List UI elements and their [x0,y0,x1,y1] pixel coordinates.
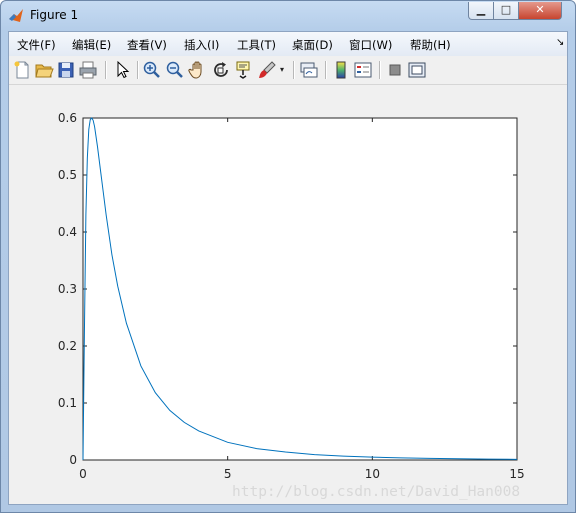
y-tick-label: 0.4 [58,225,77,239]
menu-tools[interactable]: 工具(T) [237,37,276,53]
menu-overflow-icon[interactable]: ↘ [556,37,564,48]
minimize-button[interactable]: ▁ [468,2,494,20]
brush-icon[interactable] [257,60,277,80]
pointer-icon[interactable] [112,60,132,80]
x-tick-label: 15 [509,467,524,481]
figure-client-area: 文件(F) 编辑(E) 查看(V) 插入(I) 工具(T) 桌面(D) 窗口(W… [8,31,568,505]
zoom-out-icon[interactable] [165,60,185,80]
toolbar-separator [325,61,326,79]
brush-dropdown-icon[interactable]: ▾ [280,65,284,74]
y-tick-label: 0.1 [58,396,77,410]
x-tick-label: 5 [224,467,232,481]
menu-view[interactable]: 查看(V) [127,37,167,53]
line-chart[interactable]: 0 5 10 15 0 0.1 0.2 0.3 0.4 0.5 0.6 [9,85,567,504]
menu-desktop[interactable]: 桌面(D) [292,37,333,53]
data-cursor-icon[interactable] [234,60,254,80]
x-tick-label: 10 [365,467,380,481]
menu-window[interactable]: 窗口(W) [349,37,392,53]
x-tick-label: 0 [79,467,87,481]
window-title: Figure 1 [30,8,79,22]
menu-edit[interactable]: 编辑(E) [72,37,111,53]
open-folder-icon[interactable] [34,60,54,80]
show-plot-tools-icon[interactable] [407,60,427,80]
toolbar-separator [105,61,106,79]
title-bar[interactable]: Figure 1 ▁ □ ✕ [1,1,575,31]
rotate-3d-icon[interactable] [211,60,231,80]
toolbar-separator [379,61,380,79]
pan-hand-icon[interactable] [188,60,208,80]
toolbar-separator [293,61,294,79]
axes-box [82,117,518,461]
menu-bar: 文件(F) 编辑(E) 查看(V) 插入(I) 工具(T) 桌面(D) 窗口(W… [9,32,567,56]
figure-plot-area: 0 5 10 15 0 0.1 0.2 0.3 0.4 0.5 0.6 [9,85,567,504]
y-tick-label: 0.2 [58,339,77,353]
new-figure-icon[interactable] [12,60,32,80]
watermark-text: http://blog.csdn.net/David_Han008 [232,484,521,500]
maximize-button[interactable]: □ [493,2,519,20]
legend-icon[interactable] [353,60,373,80]
figure-window: Figure 1 ▁ □ ✕ 文件(F) 编辑(E) 查看(V) 插入(I) 工… [0,0,576,513]
print-icon[interactable] [78,60,98,80]
save-icon[interactable] [56,60,76,80]
toolbar: ▾ [9,56,567,85]
zoom-in-icon[interactable] [142,60,162,80]
close-button[interactable]: ✕ [518,2,562,20]
menu-help[interactable]: 帮助(H) [410,37,451,53]
y-tick-label: 0.6 [58,111,77,125]
y-tick-label: 0 [69,453,77,467]
hide-plot-tools-icon[interactable] [385,60,405,80]
y-tick-label: 0.5 [58,168,77,182]
y-tick-label: 0.3 [58,282,77,296]
colorbar-icon[interactable] [331,60,351,80]
menu-insert[interactable]: 插入(I) [184,37,219,53]
link-plot-icon[interactable] [299,60,319,80]
matlab-logo-icon [9,9,23,22]
menu-file[interactable]: 文件(F) [17,37,56,53]
toolbar-separator [137,61,138,79]
